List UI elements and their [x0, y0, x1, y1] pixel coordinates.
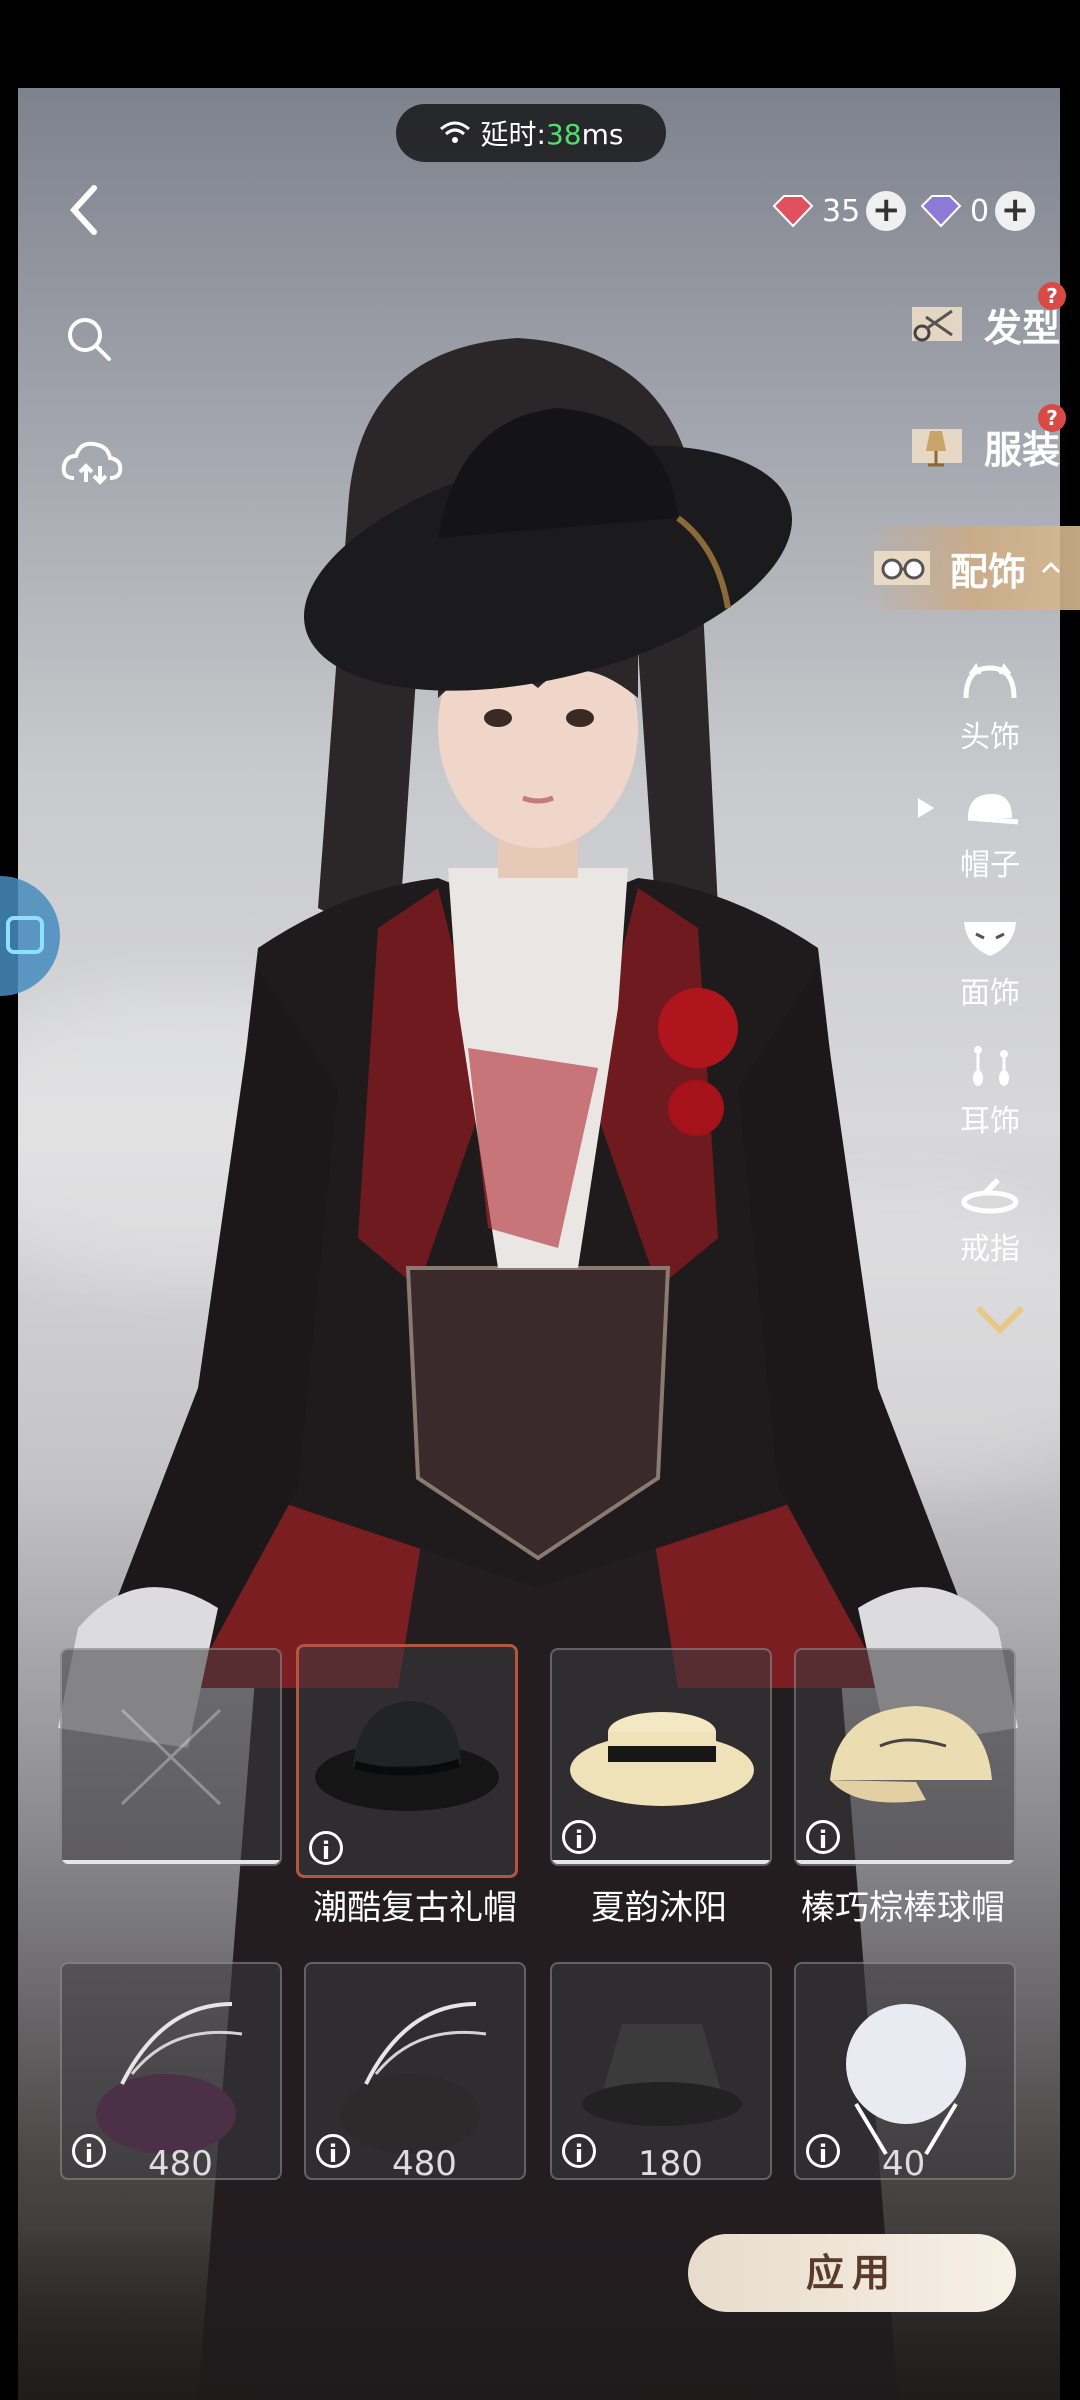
red-gem-icon	[772, 195, 814, 228]
item-price: 480	[148, 2144, 213, 2180]
latency-label: 延时:	[480, 118, 546, 151]
item-card-none[interactable]	[60, 1648, 282, 1866]
scissors-icon	[911, 307, 962, 342]
wifi-icon	[439, 121, 470, 143]
info-icon[interactable]: i	[316, 2134, 350, 2168]
item-card-bucket-hat[interactable]: i 180	[550, 1962, 772, 2180]
sub-face[interactable]: 面饰	[950, 916, 1030, 1012]
item-card-baseball-cap[interactable]: i	[794, 1648, 1016, 1866]
info-icon[interactable]: i	[309, 1831, 343, 1865]
info-icon[interactable]: i	[562, 2134, 596, 2168]
item-price: 40	[882, 2144, 926, 2180]
headband-icon	[963, 663, 1017, 699]
add-red-currency-button[interactable]: +	[866, 191, 907, 231]
currency-purple: 0 +	[918, 188, 1036, 234]
item-card-fedora[interactable]: i	[296, 1644, 518, 1878]
category-accessories[interactable]: 配饰	[860, 526, 1080, 610]
currency-red-amount: 35	[822, 193, 861, 229]
sub-headwear[interactable]: 头饰	[950, 660, 1030, 756]
item-price: 180	[638, 2144, 703, 2180]
sub-earrings[interactable]: 耳饰	[950, 1044, 1030, 1140]
item-card-bonnet[interactable]: i 40	[794, 1962, 1016, 2180]
glasses-icon	[873, 551, 930, 585]
hairstyle-help-badge: ?	[1038, 282, 1066, 310]
sub-earrings-label: 耳饰	[960, 1104, 1020, 1139]
currency-purple-amount: 0	[970, 193, 990, 229]
category-accessories-label: 配饰	[949, 549, 1026, 594]
back-icon[interactable]	[60, 180, 110, 240]
item-name-fedora: 潮酷复古礼帽	[313, 1888, 517, 1928]
mannequin-icon	[911, 429, 962, 467]
add-purple-currency-button[interactable]: +	[995, 191, 1036, 231]
sub-rings-label: 戒指	[960, 1232, 1020, 1267]
apply-button[interactable]: 应用	[688, 2234, 1016, 2312]
sub-rings[interactable]: 戒指	[950, 1172, 1030, 1268]
none-icon	[120, 1708, 222, 1806]
item-name-boater: 夏韵沐阳	[591, 1888, 727, 1928]
earring-icon	[973, 1046, 1009, 1086]
card-bar	[796, 1860, 1014, 1864]
info-icon[interactable]: i	[806, 1820, 840, 1854]
currency-red: 35 +	[770, 188, 907, 234]
chevron-up-icon	[1041, 561, 1061, 574]
info-icon[interactable]: i	[806, 2134, 840, 2168]
info-icon[interactable]: i	[562, 1820, 596, 1854]
mask-icon	[964, 922, 1016, 956]
category-clothing[interactable]: 服装 ?	[902, 404, 1066, 488]
item-card-boater[interactable]: i	[550, 1648, 772, 1866]
search-icon[interactable]	[64, 314, 114, 364]
ring-icon	[961, 1178, 1019, 1214]
latency-unit: ms	[581, 118, 624, 151]
cloud-share-icon[interactable]	[60, 436, 124, 492]
cap-icon	[967, 794, 1019, 825]
chevron-down-icon[interactable]	[972, 1300, 1028, 1340]
latency-indicator: 延时:38ms	[396, 104, 666, 162]
assistant-icon	[6, 916, 44, 954]
item-card-feather-hat-purple[interactable]: i 480	[60, 1962, 282, 2180]
selected-indicator-icon	[918, 798, 934, 818]
latency-value: 38	[545, 118, 582, 151]
card-bar	[62, 1860, 280, 1864]
item-price: 480	[392, 2144, 457, 2180]
info-icon[interactable]: i	[72, 2134, 106, 2168]
category-hairstyle[interactable]: 发型 ?	[902, 282, 1066, 366]
item-card-feather-hat-black[interactable]: i 480	[304, 1962, 526, 2180]
card-bar	[552, 1860, 770, 1864]
item-name-baseball-cap: 榛巧棕棒球帽	[801, 1888, 1005, 1928]
clothing-help-badge: ?	[1038, 404, 1066, 432]
sub-hats[interactable]: 帽子	[950, 788, 1030, 884]
purple-gem-icon	[920, 195, 962, 228]
sub-face-label: 面饰	[960, 976, 1020, 1011]
sub-headwear-label: 头饰	[960, 720, 1020, 755]
sub-hats-label: 帽子	[960, 848, 1020, 883]
